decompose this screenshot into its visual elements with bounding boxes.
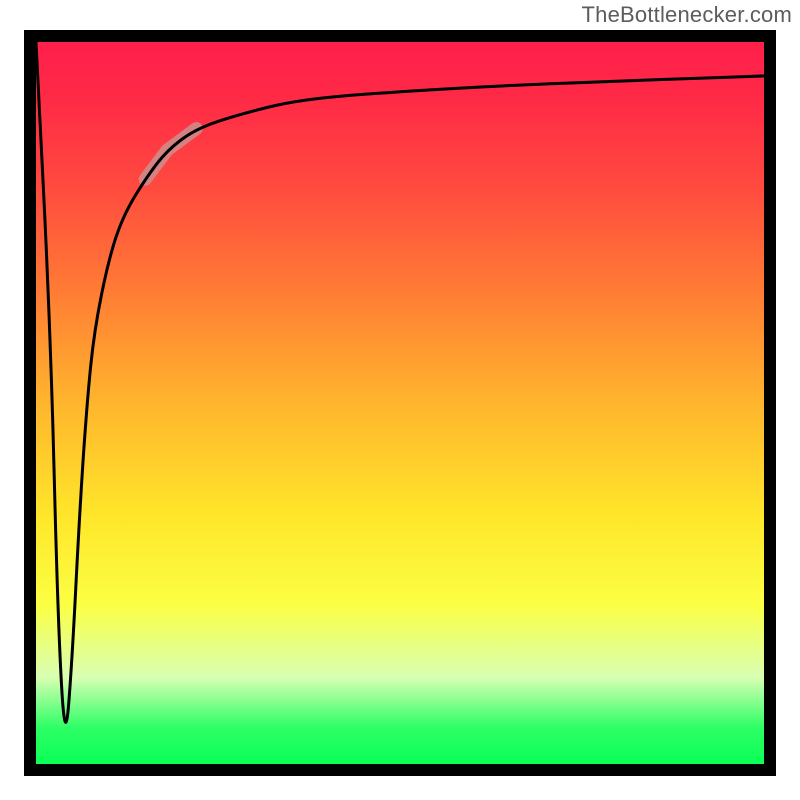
chart-stage: TheBottlenecker.com (0, 0, 800, 800)
plot-frame (24, 30, 776, 776)
attribution-text: TheBottlenecker.com (582, 2, 792, 28)
gradient-background (36, 42, 764, 764)
